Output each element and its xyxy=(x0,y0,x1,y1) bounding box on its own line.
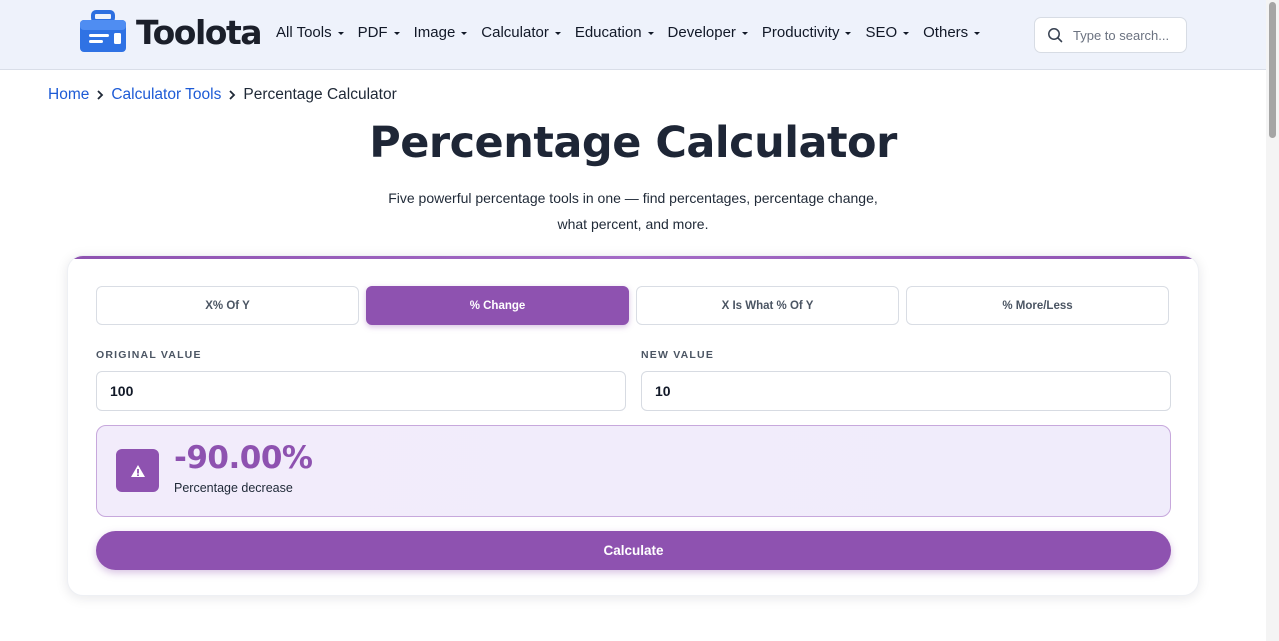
tab-x-is-what-percent-of-y[interactable]: X Is What % Of Y xyxy=(636,286,899,325)
tab-x-percent-of-y[interactable]: X% Of Y xyxy=(96,286,359,325)
logo[interactable]: Toolota xyxy=(78,10,263,54)
nav-others[interactable]: Others xyxy=(923,24,981,41)
nav-label: All Tools xyxy=(276,24,332,41)
nav-image[interactable]: Image xyxy=(414,24,468,41)
result-value: -90.00% xyxy=(174,440,313,476)
card-accent-bar xyxy=(68,256,1198,259)
nav-education[interactable]: Education xyxy=(575,24,654,41)
chevron-right-icon xyxy=(96,90,104,100)
nav-label: SEO xyxy=(865,24,898,41)
new-value-label: NEW VALUE xyxy=(641,349,715,361)
brand-name: Toolota xyxy=(136,12,263,52)
site-header: Toolota All Tools PDF Image Calculator E… xyxy=(0,0,1266,70)
result-label: Percentage decrease xyxy=(174,481,293,495)
caret-down-icon xyxy=(554,31,561,35)
caret-down-icon xyxy=(903,31,910,35)
caret-down-icon xyxy=(337,31,344,35)
breadcrumb-home[interactable]: Home xyxy=(48,86,89,104)
calculate-button[interactable]: Calculate xyxy=(96,531,1171,570)
nav-label: Productivity xyxy=(761,24,840,41)
nav-label: Education xyxy=(574,24,642,41)
nav-productivity[interactable]: Productivity xyxy=(762,24,852,41)
result-panel: -90.00% Percentage decrease xyxy=(96,425,1171,517)
nav-pdf[interactable]: PDF xyxy=(358,24,400,41)
chevron-right-icon xyxy=(228,90,236,100)
original-value-input[interactable] xyxy=(96,371,626,411)
nav-all-tools[interactable]: All Tools xyxy=(276,24,344,41)
breadcrumb: Home Calculator Tools Percentage Calcula… xyxy=(48,86,397,104)
caret-down-icon xyxy=(393,31,400,35)
page-subtitle: Five powerful percentage tools in one — … xyxy=(388,190,878,232)
warning-triangle-icon xyxy=(116,449,159,492)
toolbox-icon xyxy=(78,10,130,54)
tab-percent-change[interactable]: % Change xyxy=(366,286,629,325)
nav-label: Calculator xyxy=(481,24,549,41)
search-icon xyxy=(1048,28,1063,43)
caret-down-icon xyxy=(461,31,468,35)
original-value-label: ORIGINAL VALUE xyxy=(96,349,202,361)
caret-down-icon xyxy=(741,31,748,35)
nav-calculator[interactable]: Calculator xyxy=(481,24,561,41)
nav-label: PDF xyxy=(357,24,388,41)
nav-seo[interactable]: SEO xyxy=(865,24,910,41)
main-nav: All Tools PDF Image Calculator Education… xyxy=(276,24,981,41)
page-scrollbar[interactable] xyxy=(1266,0,1279,641)
calculator-tabs: X% Of Y % Change X Is What % Of Y % More… xyxy=(96,286,1176,325)
caret-down-icon xyxy=(647,31,654,35)
caret-down-icon xyxy=(974,31,981,35)
nav-label: Others xyxy=(923,24,969,41)
tab-percent-more-less[interactable]: % More/Less xyxy=(906,286,1169,325)
caret-down-icon xyxy=(845,31,852,35)
nav-label: Developer xyxy=(667,24,736,41)
nav-label: Image xyxy=(413,24,456,41)
scrollbar-thumb[interactable] xyxy=(1269,2,1276,138)
new-value-input[interactable] xyxy=(641,371,1171,411)
search-input[interactable] xyxy=(1073,27,1181,43)
breadcrumb-current: Percentage Calculator xyxy=(243,86,397,103)
page-title: Percentage Calculator xyxy=(369,118,897,168)
breadcrumb-calculator-tools[interactable]: Calculator Tools xyxy=(111,86,221,104)
calculator-card: X% Of Y % Change X Is What % Of Y % More… xyxy=(67,255,1199,596)
search-box xyxy=(1034,17,1187,53)
nav-developer[interactable]: Developer xyxy=(668,24,748,41)
